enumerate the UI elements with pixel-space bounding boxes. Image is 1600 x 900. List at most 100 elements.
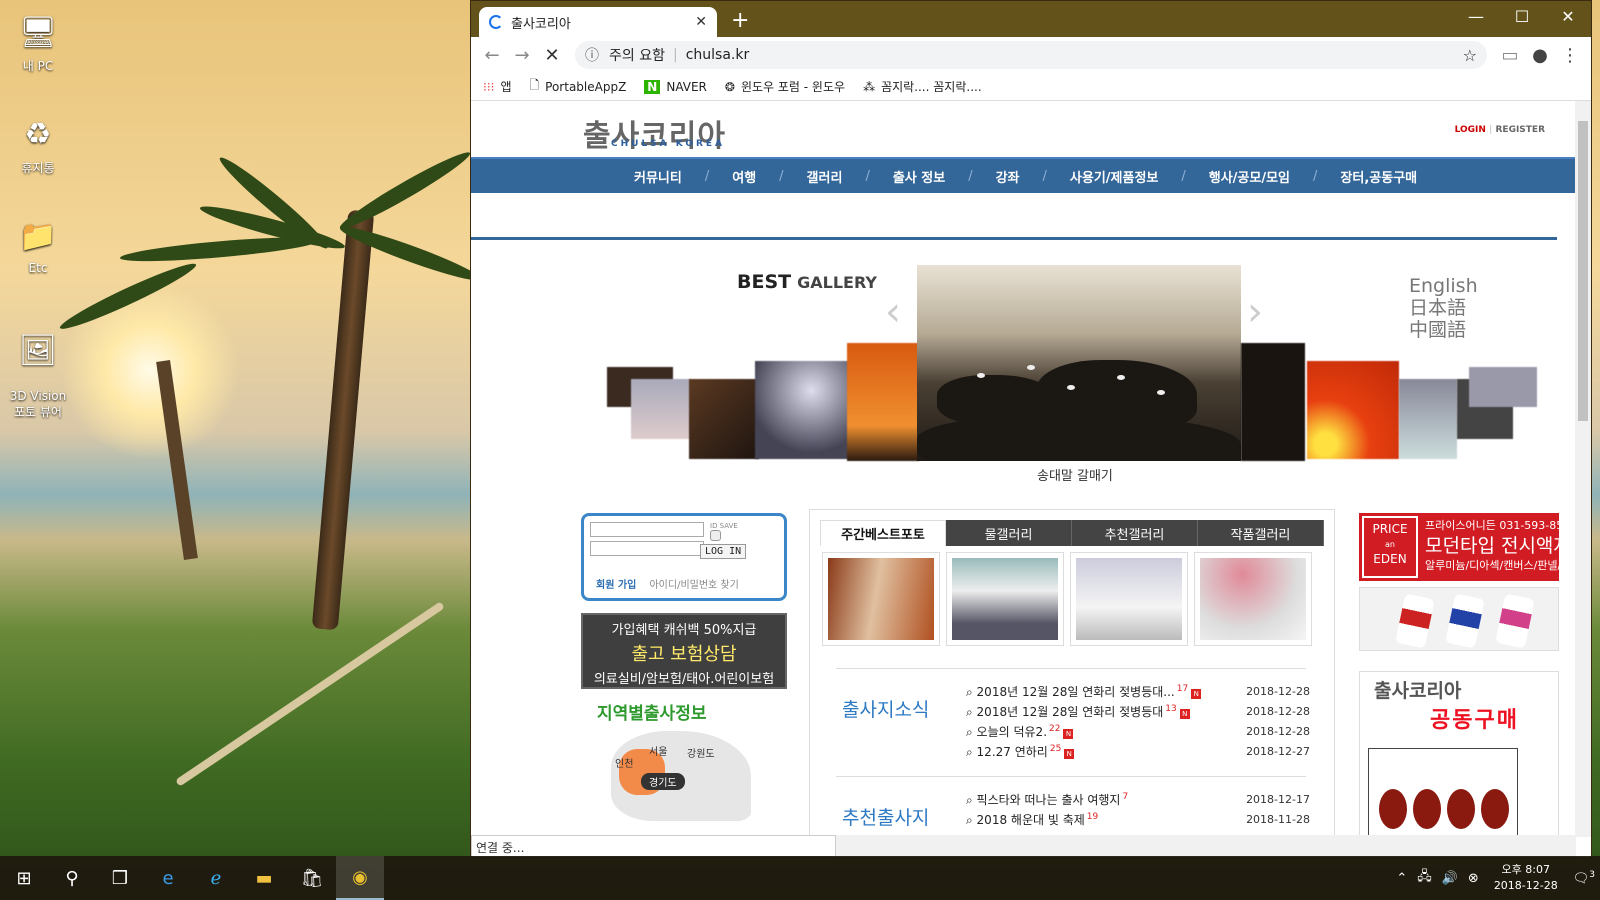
- notification-icon[interactable]: 🗨3: [1568, 870, 1600, 886]
- nav-chulsa-info[interactable]: 출사 정보: [870, 167, 968, 186]
- forward-icon[interactable]: →: [507, 45, 537, 66]
- product-ad[interactable]: [1359, 587, 1559, 651]
- gallery-main-photo[interactable]: [917, 265, 1241, 461]
- join-link[interactable]: 회원 가입: [596, 580, 636, 591]
- rope: [175, 601, 445, 787]
- edge-icon[interactable]: e: [144, 856, 192, 900]
- gallery-prev-icon[interactable]: ‹: [885, 289, 901, 335]
- username-input[interactable]: [590, 522, 704, 537]
- close-window-icon[interactable]: ✕: [1545, 1, 1591, 31]
- bookmark-apps[interactable]: ⁝⁝⁝ 앱: [483, 78, 512, 95]
- tab-weekly-best[interactable]: 주간베스트포토: [820, 520, 946, 546]
- profile-icon[interactable]: ●: [1525, 45, 1555, 66]
- lang-chinese[interactable]: 中國語: [1409, 319, 1478, 341]
- back-icon[interactable]: ←: [477, 45, 507, 66]
- price-eden-ad[interactable]: PRICE an EDEN 프라이스어니든 031-593-852 모던타입 전시액…: [1359, 513, 1559, 581]
- photo-thumb[interactable]: [1070, 552, 1188, 646]
- photo-thumb[interactable]: [1194, 552, 1312, 646]
- chrome-icon[interactable]: ◉: [336, 856, 384, 900]
- dots-icon: ⁂: [863, 79, 876, 94]
- scroll-thumb[interactable]: [1578, 121, 1588, 421]
- tab-works-gallery[interactable]: 작품갤러리: [1198, 520, 1324, 546]
- volume-icon[interactable]: 🔊: [1437, 871, 1463, 886]
- search-icon[interactable]: ⚲: [48, 856, 96, 900]
- cast-icon[interactable]: ▭: [1495, 45, 1525, 66]
- omnibox-divider: |: [672, 47, 678, 63]
- gallery-thumb[interactable]: [1469, 367, 1537, 407]
- address-bar[interactable]: ⓘ 주의 요함 | chulsa.kr ☆: [575, 41, 1487, 69]
- gallery-thumb[interactable]: [631, 379, 691, 439]
- password-input[interactable]: [590, 541, 704, 556]
- url-text[interactable]: chulsa.kr: [686, 47, 750, 63]
- tab-water-gallery[interactable]: 물갤러리: [946, 520, 1072, 546]
- gallery-thumb[interactable]: [689, 379, 759, 459]
- nav-events[interactable]: 행사/공모/모임: [1186, 167, 1313, 186]
- list-item[interactable]: ⌕ 2018년 12월 28일 연화리 젖병등대 13 N 2018-12-28: [966, 701, 1310, 721]
- horizontal-scrollbar[interactable]: [836, 835, 1576, 857]
- nav-travel[interactable]: 여행: [709, 167, 779, 186]
- bookmark-portableappz[interactable]: 🗋 PortableAppZ: [530, 76, 627, 97]
- desktop-icon-etc[interactable]: 📁 Etc: [0, 214, 76, 276]
- lang-japanese[interactable]: 日本語: [1409, 297, 1478, 319]
- gallery-thumb[interactable]: [847, 343, 919, 461]
- bookmark-windows-forum[interactable]: ❂ 윈도우 포럼 - 윈도우: [725, 78, 845, 95]
- login-link[interactable]: LOGIN: [1455, 125, 1486, 135]
- nav-community[interactable]: 커뮤니티: [611, 167, 705, 186]
- new-tab-icon[interactable]: +: [731, 8, 749, 33]
- bookmark-naver[interactable]: N NAVER: [644, 79, 707, 94]
- desktop-icon-recycle-bin[interactable]: ♻ 휴지통: [0, 112, 76, 176]
- group-buy-ad[interactable]: 출사코리아 공동구매: [1359, 671, 1559, 837]
- gallery-thumb[interactable]: [755, 361, 849, 459]
- clock[interactable]: 오후 8:07 2018-12-28: [1484, 862, 1568, 894]
- recycle-bin-icon: ♻: [24, 116, 52, 152]
- news-title[interactable]: 추천출사지: [842, 803, 929, 830]
- news-title[interactable]: 출사지소식: [842, 695, 929, 722]
- gallery-next-icon[interactable]: ›: [1247, 289, 1263, 335]
- info-icon[interactable]: ⓘ: [585, 45, 599, 65]
- photo-thumb[interactable]: [822, 552, 940, 646]
- error-icon[interactable]: ⊗: [1463, 871, 1484, 886]
- photo-thumb[interactable]: [946, 552, 1064, 646]
- task-view-icon[interactable]: ❒: [96, 856, 144, 900]
- stop-icon[interactable]: ✕: [537, 45, 567, 66]
- windows-forum-icon: ❂: [724, 79, 735, 94]
- file-explorer-icon[interactable]: ▬: [240, 856, 288, 900]
- apps-grid-icon: ⁝⁝⁝: [483, 79, 495, 94]
- list-item[interactable]: ⌕ 2018년 12월 28일 연화리 젖병등대... 17 N 2018-12-28: [966, 681, 1310, 701]
- menu-icon[interactable]: ⋮: [1555, 45, 1585, 66]
- tab-recommended-gallery[interactable]: 추천갤러리: [1072, 520, 1198, 546]
- maximize-icon[interactable]: ☐: [1499, 1, 1545, 31]
- nav-lecture[interactable]: 강좌: [973, 167, 1043, 186]
- bookmark-kkomjirak[interactable]: ⁂ 꼼지락.... 꼼지락....: [863, 78, 982, 95]
- id-save-checkbox[interactable]: [710, 530, 721, 541]
- network-icon[interactable]: 🖧: [1412, 867, 1437, 889]
- bookmark-star-icon[interactable]: ☆: [1463, 46, 1477, 65]
- gallery-thumb[interactable]: [1241, 343, 1305, 461]
- site-header: 출사코리아 CHULSA KOREA LOGIN | REGISTER: [471, 101, 1575, 157]
- gallery-thumb[interactable]: [1307, 361, 1399, 459]
- nav-gallery[interactable]: 갤러리: [784, 167, 866, 186]
- desktop-icon-3d-vision[interactable]: 🖼 3D Vision 포토 뷰어: [0, 314, 76, 434]
- list-item[interactable]: ⌕ 2018 해운대 빛 축제 19 2018-11-28: [966, 809, 1310, 829]
- internet-explorer-icon[interactable]: ℯ: [192, 856, 240, 900]
- start-icon[interactable]: ⊞: [0, 856, 48, 900]
- browser-tab[interactable]: 출사코리아 ✕: [479, 7, 717, 37]
- login-button[interactable]: LOG IN: [700, 544, 747, 559]
- vertical-scrollbar[interactable]: [1575, 101, 1591, 837]
- list-item[interactable]: ⌕ 12.27 연하리 25 N 2018-12-27: [966, 741, 1310, 761]
- nav-reviews[interactable]: 사용기/제품정보: [1047, 167, 1181, 186]
- minimize-icon[interactable]: —: [1453, 1, 1499, 31]
- nav-market[interactable]: 장터,공동구매: [1317, 167, 1440, 186]
- insurance-ad[interactable]: 가입혜택 캐쉬백 50%지급 출고 보험상담 의료실비/암보험/태아.어린이보험: [581, 613, 787, 689]
- desktop-icon-my-pc[interactable]: 🖥 내 PC: [0, 10, 76, 74]
- tray-chevron-icon[interactable]: ⌃: [1391, 871, 1412, 886]
- lang-english[interactable]: English: [1409, 275, 1478, 297]
- find-account-link[interactable]: 아이디/비밀번호 찾기: [649, 580, 738, 591]
- list-item[interactable]: ⌕ 픽스타와 떠나는 출사 여행지 7 2018-12-17: [966, 789, 1310, 809]
- register-link[interactable]: REGISTER: [1495, 125, 1545, 135]
- close-tab-icon[interactable]: ✕: [695, 14, 707, 30]
- list-item[interactable]: ⌕ 오늘의 덕유2. 22 N 2018-12-28: [966, 721, 1310, 741]
- region-map[interactable]: 서울 강원도 인천 경기도: [611, 731, 751, 821]
- gallery-thumb[interactable]: [1399, 379, 1457, 459]
- store-icon[interactable]: 🛍: [288, 856, 336, 900]
